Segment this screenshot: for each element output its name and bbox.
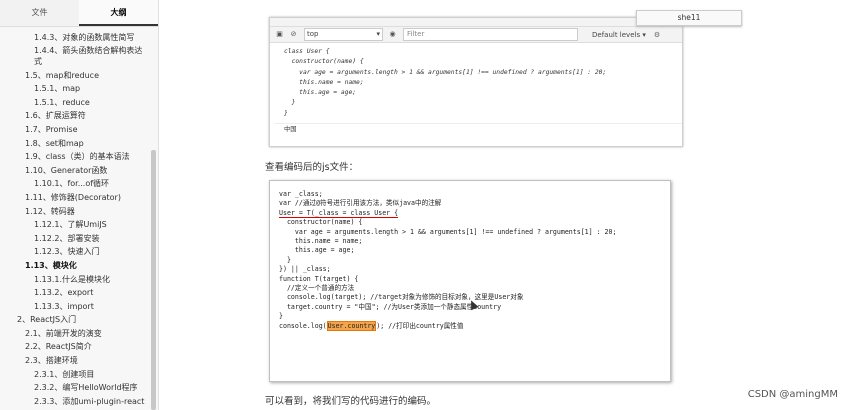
outline-item[interactable]: 1.12、转码器: [0, 205, 158, 219]
outline-item[interactable]: 1.12.3、快速入门: [0, 245, 158, 259]
code-line: function T(target) {: [279, 274, 359, 283]
outline-item[interactable]: 1.11、修饰器(Decorator): [0, 191, 158, 205]
code-line: this.name = name;: [279, 237, 363, 246]
outline-item[interactable]: 2.3.1、创建项目: [0, 368, 158, 382]
devtools-tabstrip: [270, 18, 682, 27]
console-output: class User { constructor(name) { var age…: [270, 43, 682, 135]
console-line: this.name = name;: [284, 78, 364, 86]
code-text: ); //打印出country属性值: [376, 321, 464, 330]
outline-item[interactable]: 1.13.2、export: [0, 286, 158, 300]
console-line: class User {: [284, 48, 330, 55]
caption-bottom: 可以看到，将我们写的代码进行的编码。: [265, 396, 437, 407]
code-line: this.age = age;: [279, 246, 355, 255]
document-area: ▣ ⊘ top ▾ ◉ Filter Default levels ▾ ⚙ cla…: [159, 0, 850, 410]
outline-item[interactable]: 2.1、前端开发的演变: [0, 327, 158, 341]
devtools-console: ▣ ⊘ top ▾ ◉ Filter Default levels ▾ ⚙ cla…: [269, 17, 683, 147]
code-line: var age = arguments.length > 1 && argume…: [279, 227, 617, 236]
code-line: console.log(User.country); //打印出country属…: [279, 320, 670, 331]
outline-item[interactable]: 2.3.3、添加umi-plugin-react: [0, 395, 158, 409]
outline-item[interactable]: 1.13、模块化: [0, 259, 158, 273]
shell-tooltip: she11: [636, 10, 742, 26]
underlined-code: User = T(_class = class User {: [279, 208, 399, 218]
outline-item[interactable]: 2.2、ReactJS简介: [0, 340, 158, 354]
context-value: top: [307, 30, 319, 38]
highlighted-code: User.country: [326, 320, 377, 331]
code-line: User = T(_class = class User {: [279, 208, 670, 218]
watermark: CSDN @amingMM: [747, 389, 838, 400]
outline-item[interactable]: 1.7、Promise: [0, 123, 158, 137]
console-line: }: [284, 109, 288, 117]
console-line: }: [284, 99, 296, 107]
outline-item[interactable]: 1.6、扩展运算符: [0, 109, 158, 123]
outline-item[interactable]: 1.4.4、箭头函数结合解构表达式: [0, 45, 158, 67]
console-line: var age = arguments.length > 1 && argume…: [284, 68, 607, 76]
code-line: var //通过@符号进行引用该方法，类似java中的注解: [279, 199, 442, 208]
log-levels-select[interactable]: Default levels ▾: [592, 31, 646, 39]
console-line: this.age = age;: [284, 89, 357, 97]
outline-item[interactable]: 1.4.3、对象的函数属性简写: [0, 31, 158, 45]
outline-item[interactable]: 1.5、map和reduce: [0, 69, 158, 83]
outline-item[interactable]: 1.13.1.什么是模块化: [0, 273, 158, 287]
gear-icon[interactable]: ⚙: [654, 31, 660, 39]
outline-item[interactable]: 2.3.2、编写HelloWorld程序: [0, 381, 158, 395]
sidebar-toggle-icon[interactable]: ▣: [275, 30, 284, 39]
sidebar-scrollbar[interactable]: [151, 150, 156, 410]
code-line: }: [279, 255, 291, 264]
outline-item[interactable]: 1.10.1、for...of循环: [0, 177, 158, 191]
eye-icon[interactable]: ◉: [388, 30, 397, 39]
outline-item[interactable]: 1.13.3、import: [0, 300, 158, 314]
code-block: var _class; var //通过@符号进行引用该方法，类似java中的注解…: [269, 180, 671, 382]
outline-item[interactable]: 1.12.1、了解UmiJS: [0, 218, 158, 232]
outline-item[interactable]: 1.5.1、map: [0, 82, 158, 96]
outline-item[interactable]: 2.3、搭建环境: [0, 354, 158, 368]
tab-outline[interactable]: 大纲: [79, 0, 158, 26]
code-line: }) || _class;: [279, 265, 331, 274]
outline-item[interactable]: 1.12.2、部署安装: [0, 232, 158, 246]
outline-item[interactable]: 1.5.1、reduce: [0, 96, 158, 110]
clear-console-icon[interactable]: ⊘: [289, 30, 298, 39]
caption-middle: 查看编码后的js文件：: [265, 162, 359, 173]
sidebar-tabs: 文件 大纲: [0, 0, 158, 27]
code-text: console.log(: [279, 321, 327, 330]
context-select[interactable]: top ▾: [304, 28, 383, 41]
outline-item[interactable]: 1.9、class（类）的基本语法: [0, 150, 158, 164]
console-line: constructor(name) {: [284, 58, 364, 66]
outline-item[interactable]: 2、ReactJS入门: [0, 313, 158, 327]
sidebar: 文件 大纲 1.4.3、对象的函数属性简写 1.4.4、箭头函数结合解构表达式 1.…: [0, 0, 159, 410]
code-line: var _class;: [279, 190, 323, 198]
chevron-down-icon: ▾: [376, 30, 380, 38]
console-toolbar: ▣ ⊘ top ▾ ◉ Filter Default levels ▾ ⚙: [270, 27, 682, 43]
outline-item[interactable]: 1.8、set和map: [0, 137, 158, 151]
filter-input[interactable]: Filter: [403, 28, 578, 41]
console-output-line: 中国: [274, 123, 682, 135]
tab-files[interactable]: 文件: [0, 0, 79, 26]
outline-item[interactable]: 1.10、Generator函数: [0, 164, 158, 178]
outline-list: 1.4.3、对象的函数属性简写 1.4.4、箭头函数结合解构表达式 1.5、map和…: [0, 27, 158, 408]
code-line: constructor(name) {: [279, 218, 363, 227]
